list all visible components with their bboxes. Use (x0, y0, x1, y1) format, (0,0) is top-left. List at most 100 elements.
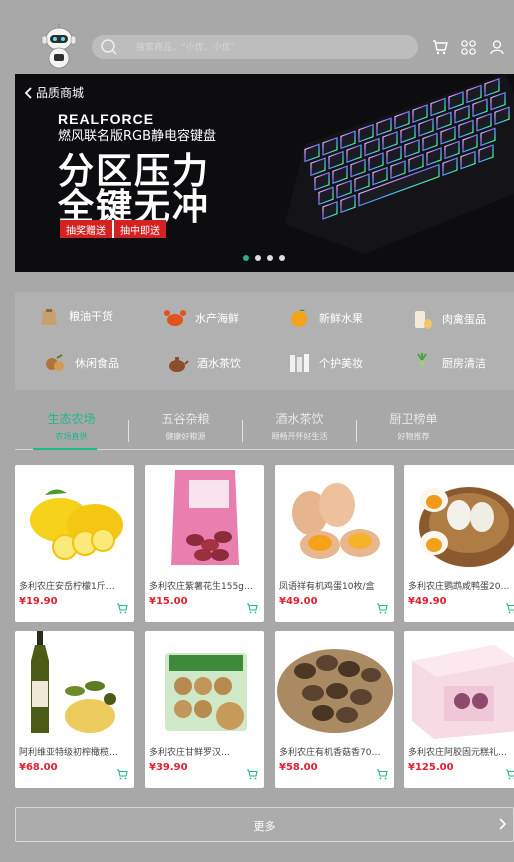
product-price: ¥49.00 (279, 596, 318, 607)
category-kitchen[interactable]: 厨房清洁 (410, 352, 486, 374)
category-label: 厨房清洁 (442, 357, 486, 370)
category-label: 肉禽蛋品 (442, 313, 486, 326)
add-to-cart-icon[interactable] (376, 769, 388, 780)
product-price: ¥49.90 (408, 596, 447, 607)
product-image-gift-box (412, 645, 514, 739)
section-tabs: 生态农场 农场直供 五谷杂粮 健康好粮源 酒水茶饮 颐畅开怀好生活 厨卫榜单 好… (15, 410, 514, 450)
back-link[interactable]: 品质商城 (24, 84, 84, 101)
category-beauty[interactable]: 个护美妆 (287, 352, 363, 374)
grain-sack-icon (41, 309, 57, 325)
tab-kitchen-ranking[interactable]: 厨卫榜单 好物推荐 (357, 410, 470, 442)
category-seafood[interactable]: 水产海鲜 (163, 307, 239, 329)
product-price: ¥15.00 (149, 596, 188, 607)
product-card[interactable]: 多利农庄安岳柠檬1斤… ¥19.90 (15, 465, 134, 622)
tab-title: 生态农场 (47, 412, 96, 426)
product-image-olive-oil (31, 631, 116, 733)
keyboard-image (285, 74, 514, 254)
product-name: 阿利维亚特级初榨橄榄… (19, 748, 119, 758)
cart-icon[interactable] (432, 40, 448, 55)
product-price: ¥19.90 (19, 596, 58, 607)
product-price: ¥125.00 (408, 762, 454, 773)
crab-icon (164, 310, 186, 326)
tab-title: 厨卫榜单 (389, 412, 438, 426)
chevron-right-icon (499, 818, 507, 830)
search-icon (101, 39, 117, 55)
top-bar: 搜索商品，“小优，小优” (0, 0, 514, 72)
category-label: 酒水茶饮 (197, 357, 241, 370)
tab-subtitle: 健康好粮源 (165, 432, 206, 441)
category-label: 个护美妆 (319, 357, 363, 370)
category-label: 新鲜水果 (319, 312, 363, 325)
category-grain[interactable]: 粮油干货 (37, 305, 113, 327)
category-drinks[interactable]: 酒水茶饮 (165, 352, 241, 374)
more-label: 更多 (253, 820, 276, 833)
user-icon[interactable] (490, 40, 504, 55)
promo-banner[interactable]: 品质商城 REALFORCE 燃风联名版RGB静电容键盘 分区压力 全键无冲 抽… (15, 74, 514, 272)
product-name: 多利农庄安岳柠檬1斤… (19, 582, 115, 592)
product-card[interactable]: 多利农庄鹦鹉咸鸭蛋20… ¥49.90 (404, 465, 514, 622)
search-placeholder: 搜索商品，“小优，小优” (136, 43, 236, 53)
more-button[interactable]: 更多 (15, 807, 514, 842)
product-name: 多利农庄紫薯花生155g… (149, 582, 253, 592)
tab-subtitle: 农场直供 (55, 432, 88, 441)
product-name: 凤语祥有机鸡蛋10枚/盒 (279, 582, 375, 592)
carousel-dot[interactable] (279, 255, 285, 261)
product-image-eggs (292, 483, 380, 559)
product-image-duck-eggs (419, 487, 514, 567)
add-to-cart-icon[interactable] (246, 603, 258, 614)
product-image-mushrooms (277, 649, 393, 733)
product-name: 多利农庄甘鲜罗汉… (149, 748, 231, 758)
tab-eco-farm[interactable]: 生态农场 农场直供 (15, 410, 128, 442)
product-name: 多利农庄鹦鹉咸鸭蛋20… (408, 582, 510, 592)
category-label: 粮油干货 (69, 310, 113, 323)
carousel-dot[interactable] (243, 255, 249, 261)
category-fruit[interactable]: 新鲜水果 (287, 307, 363, 329)
grid-icon[interactable] (461, 40, 476, 55)
product-card[interactable]: 多利农庄阿胶固元糕礼… ¥125.00 (404, 631, 514, 788)
back-label: 品质商城 (36, 86, 85, 100)
product-name: 多利农庄有机香菇香70… (279, 748, 381, 758)
add-to-cart-icon[interactable] (116, 769, 128, 780)
product-card[interactable]: 凤语祥有机鸡蛋10枚/盒 ¥49.00 (275, 465, 394, 622)
category-label: 休闲食品 (75, 357, 119, 370)
carousel-dot[interactable] (267, 255, 273, 261)
teapot-icon (169, 357, 189, 372)
cosmetics-icon (290, 354, 309, 372)
robot-mascot-logo[interactable] (40, 24, 78, 70)
add-to-cart-icon[interactable] (505, 769, 514, 780)
banner-tag: 抽奖赠送 抽中即送 (60, 220, 166, 238)
category-meat-egg[interactable]: 肉禽蛋品 (410, 308, 486, 330)
banner-tag-2: 抽中即送 (114, 220, 166, 238)
nuts-icon (46, 354, 64, 371)
tab-subtitle: 好物推荐 (397, 432, 430, 441)
product-name: 多利农庄阿胶固元糕礼… (408, 748, 508, 758)
vegetable-icon (417, 353, 427, 372)
chevron-left-icon (24, 86, 32, 99)
product-card[interactable]: 多利农庄甘鲜罗汉… ¥39.90 (145, 631, 264, 788)
add-to-cart-icon[interactable] (116, 603, 128, 614)
product-image-lemons (30, 489, 123, 560)
tab-title: 酒水茶饮 (275, 412, 324, 426)
carousel-dot[interactable] (255, 255, 261, 261)
category-grid: 粮油干货 水产海鲜 新鲜水果 肉禽蛋品 休闲食品 酒水茶饮 个护美妆 厨房清洁 (15, 292, 514, 390)
product-card[interactable]: 阿利维亚特级初榨橄榄… ¥68.00 (15, 631, 134, 788)
tab-title: 五谷杂粮 (161, 412, 210, 426)
carousel-dots (243, 255, 285, 261)
product-card[interactable]: 多利农庄紫薯花生155g… ¥15.00 (145, 465, 264, 622)
product-price: ¥68.00 (19, 762, 58, 773)
add-to-cart-icon[interactable] (246, 769, 258, 780)
milk-egg-icon (415, 311, 432, 329)
add-to-cart-icon[interactable] (505, 603, 514, 614)
category-label: 水产海鲜 (195, 312, 239, 325)
add-to-cart-icon[interactable] (376, 603, 388, 614)
tab-grains[interactable]: 五谷杂粮 健康好粮源 (129, 410, 242, 442)
category-snacks[interactable]: 休闲食品 (43, 352, 119, 374)
product-price: ¥58.00 (279, 762, 318, 773)
banner-tag-1: 抽奖赠送 (60, 220, 112, 238)
product-image-peanuts (171, 470, 239, 565)
product-card[interactable]: 多利农庄有机香菇香70… ¥58.00 (275, 631, 394, 788)
tab-subtitle: 颐畅开怀好生活 (271, 432, 328, 441)
search-bar[interactable]: 搜索商品，“小优，小优” (92, 35, 418, 59)
tab-drinks[interactable]: 酒水茶饮 颐畅开怀好生活 (243, 410, 356, 442)
product-price: ¥39.90 (149, 762, 188, 773)
